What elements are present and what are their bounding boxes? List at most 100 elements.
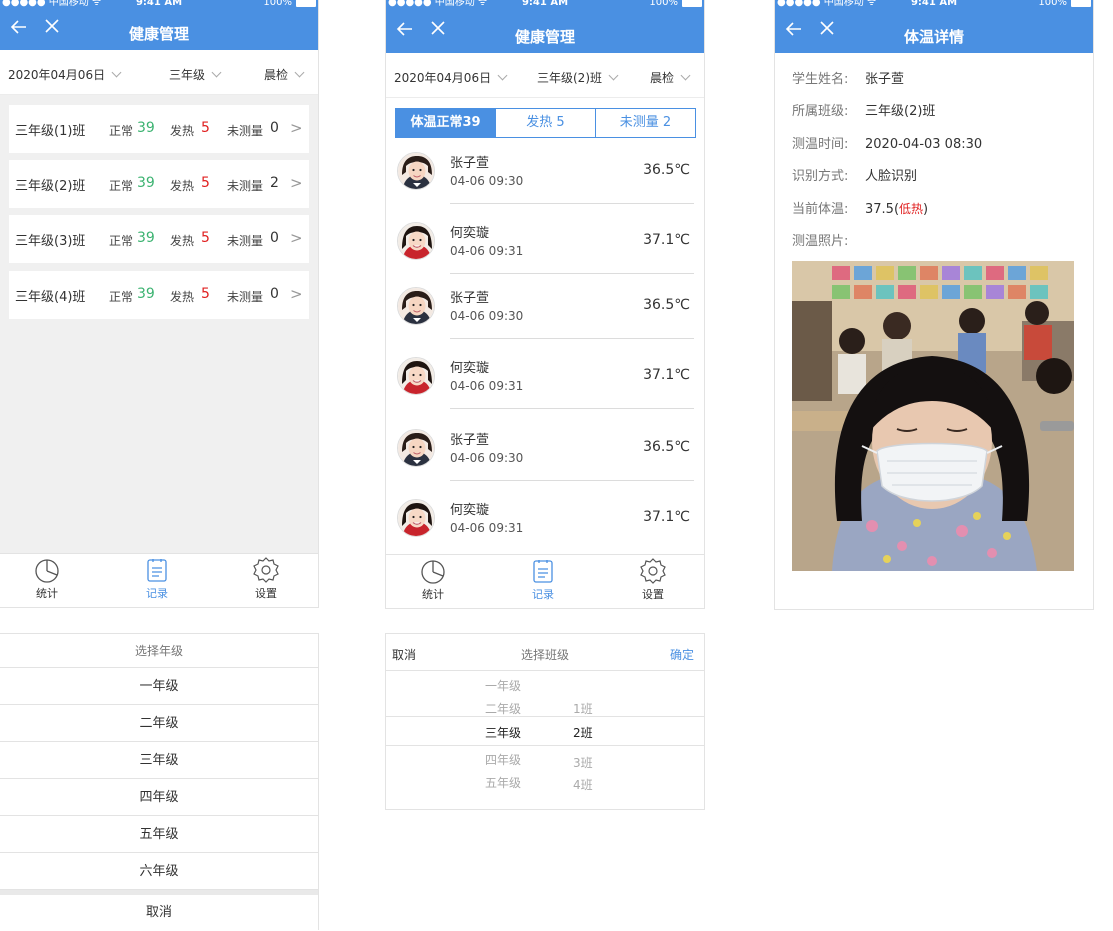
class-row[interactable]: 三年级(1)班 正常 39 发热 5 未测量 0 > [9, 105, 309, 153]
date-filter[interactable]: 2020年04月06日 [8, 66, 122, 83]
tab-bar: 统计 记录 设置 [0, 553, 318, 607]
record-row[interactable]: 张子萱 04-06 09:30 36.5℃ [386, 134, 704, 204]
record-time: 04-06 09:31 [450, 244, 524, 258]
class-row[interactable]: 三年级(4)班 正常 39 发热 5 未测量 0 > [9, 271, 309, 319]
avatar [397, 429, 435, 467]
tab-settings[interactable]: 设置 [623, 558, 683, 602]
clipboard-icon [147, 559, 167, 582]
segment-unmeasured[interactable]: 未测量 2 [595, 109, 695, 137]
tab-stats-label: 统计 [36, 587, 58, 600]
field-label: 识别方式: [792, 169, 849, 184]
chevron-down-icon [111, 67, 122, 77]
record-row[interactable]: 何奕璇 04-06 09:31 37.1℃ [386, 481, 704, 551]
chevron-right-icon: > [290, 229, 303, 247]
gear-icon [640, 558, 666, 584]
record-row[interactable]: 何奕璇 04-06 09:31 37.1℃ [386, 204, 704, 274]
fever-label: 发热 [170, 179, 195, 193]
check-filter-label: 晨检 [264, 68, 289, 82]
class-filter[interactable]: 三年级(2)班 [537, 69, 619, 86]
check-filter[interactable]: 晨检 [650, 69, 691, 86]
class-name: 三年级(1)班 [15, 124, 86, 139]
normal-count: 39 [137, 286, 155, 302]
picker-class-option[interactable]: 3班 [573, 754, 593, 771]
page-title: 体温详情 [903, 28, 964, 46]
fever-label: 发热 [170, 290, 195, 304]
fever-count: 5 [201, 175, 210, 191]
check-filter[interactable]: 晨检 [264, 66, 305, 83]
battery-icon [1071, 0, 1091, 7]
unmeasured-count: 0 [270, 286, 279, 302]
grade-option[interactable]: 六年级 [0, 853, 318, 890]
chevron-down-icon [680, 70, 691, 80]
pie-chart-icon [35, 559, 59, 583]
chevron-right-icon: > [290, 174, 303, 192]
tab-stats[interactable]: 统计 [17, 557, 77, 601]
low-fever-tag: 低热 [899, 202, 924, 216]
class-row[interactable]: 三年级(3)班 正常 39 发热 5 未测量 0 > [9, 215, 309, 263]
page-title: 健康管理 [514, 28, 575, 46]
date-filter[interactable]: 2020年04月06日 [394, 69, 508, 86]
picker-grade-option[interactable]: 五年级 [485, 774, 521, 791]
date-filter-label: 2020年04月06日 [394, 71, 492, 85]
nav-bar: ●●●●● 中国移动 ᯤ 9:41 AM 100% 体温详情 [775, 0, 1093, 53]
fever-count: 5 [201, 120, 210, 136]
student-name: 何奕璇 [450, 226, 490, 241]
field-label: 测温时间: [792, 137, 849, 152]
picker-grade-option[interactable]: 四年级 [485, 751, 521, 768]
picker-grade-option[interactable]: 一年级 [485, 677, 521, 694]
date-filter-label: 2020年04月06日 [8, 68, 106, 82]
tab-records[interactable]: 记录 [513, 558, 573, 602]
picker-class-option[interactable]: 1班 [573, 700, 593, 717]
picker-selection-band [386, 716, 704, 746]
nav-bar: ●●●●● 中国移动 ᯤ 9:41 AM 100% 健康管理 [0, 0, 318, 50]
nav-bar: ●●●●● 中国移动 ᯤ 9:41 AM 100% 健康管理 [386, 0, 704, 53]
chevron-down-icon [211, 67, 222, 77]
tab-stats[interactable]: 统计 [403, 558, 463, 602]
normal-count: 39 [137, 120, 155, 136]
field-label: 测温照片: [792, 234, 849, 249]
segment-normal[interactable]: 体温正常39 [396, 109, 495, 137]
class-row[interactable]: 三年级(2)班 正常 39 发热 5 未测量 2 > [9, 160, 309, 208]
grade-option[interactable]: 五年级 [0, 816, 318, 853]
student-name: 张子萱 [450, 433, 490, 448]
grade-filter[interactable]: 三年级 [169, 66, 222, 83]
unmeasured-count: 2 [270, 175, 279, 191]
record-time: 04-06 09:30 [450, 174, 524, 188]
field-label: 当前体温: [792, 202, 849, 217]
fever-count: 5 [201, 230, 210, 246]
normal-label: 正常 [109, 124, 134, 138]
detail-temperature: 当前体温: 37.5(低热) [792, 198, 928, 217]
chevron-down-icon [294, 67, 305, 77]
tab-settings-label: 设置 [642, 588, 664, 601]
avatar [397, 499, 435, 537]
page-title: 健康管理 [128, 25, 189, 43]
avatar [397, 222, 435, 260]
segment-fever[interactable]: 发热 5 [495, 109, 595, 137]
field-label: 学生姓名: [792, 72, 849, 87]
avatar [397, 357, 435, 395]
tab-settings[interactable]: 设置 [236, 557, 296, 601]
picker-grade-option-selected[interactable]: 三年级 [485, 724, 521, 741]
cancel-button[interactable]: 取消 [0, 895, 318, 931]
picker-grade-option[interactable]: 二年级 [485, 700, 521, 717]
class-picker: 取消 选择班级 确定 一年级 二年级 三年级 四年级 五年级 1班 2班 3班 … [385, 633, 705, 810]
grade-option[interactable]: 二年级 [0, 705, 318, 742]
chevron-down-icon [608, 70, 619, 80]
tab-records[interactable]: 记录 [127, 557, 187, 601]
picker-class-option[interactable]: 4班 [573, 776, 593, 793]
grade-option[interactable]: 一年级 [0, 668, 318, 705]
gear-icon [253, 557, 279, 583]
record-row[interactable]: 张子萱 04-06 09:30 36.5℃ [386, 411, 704, 481]
grade-option[interactable]: 四年级 [0, 779, 318, 816]
battery-text: 100% [263, 0, 292, 8]
picker-class-option-selected[interactable]: 2班 [573, 724, 593, 741]
battery-icon [296, 0, 316, 7]
unmeasured-label: 未测量 [227, 124, 264, 138]
confirm-button[interactable]: 确定 [670, 646, 694, 663]
chevron-down-icon [497, 70, 508, 80]
record-row[interactable]: 张子萱 04-06 09:30 36.5℃ [386, 269, 704, 339]
temperature-photo [792, 261, 1074, 571]
record-row[interactable]: 何奕璇 04-06 09:31 37.1℃ [386, 339, 704, 409]
record-temperature: 37.1℃ [643, 232, 690, 248]
grade-option[interactable]: 三年级 [0, 742, 318, 779]
